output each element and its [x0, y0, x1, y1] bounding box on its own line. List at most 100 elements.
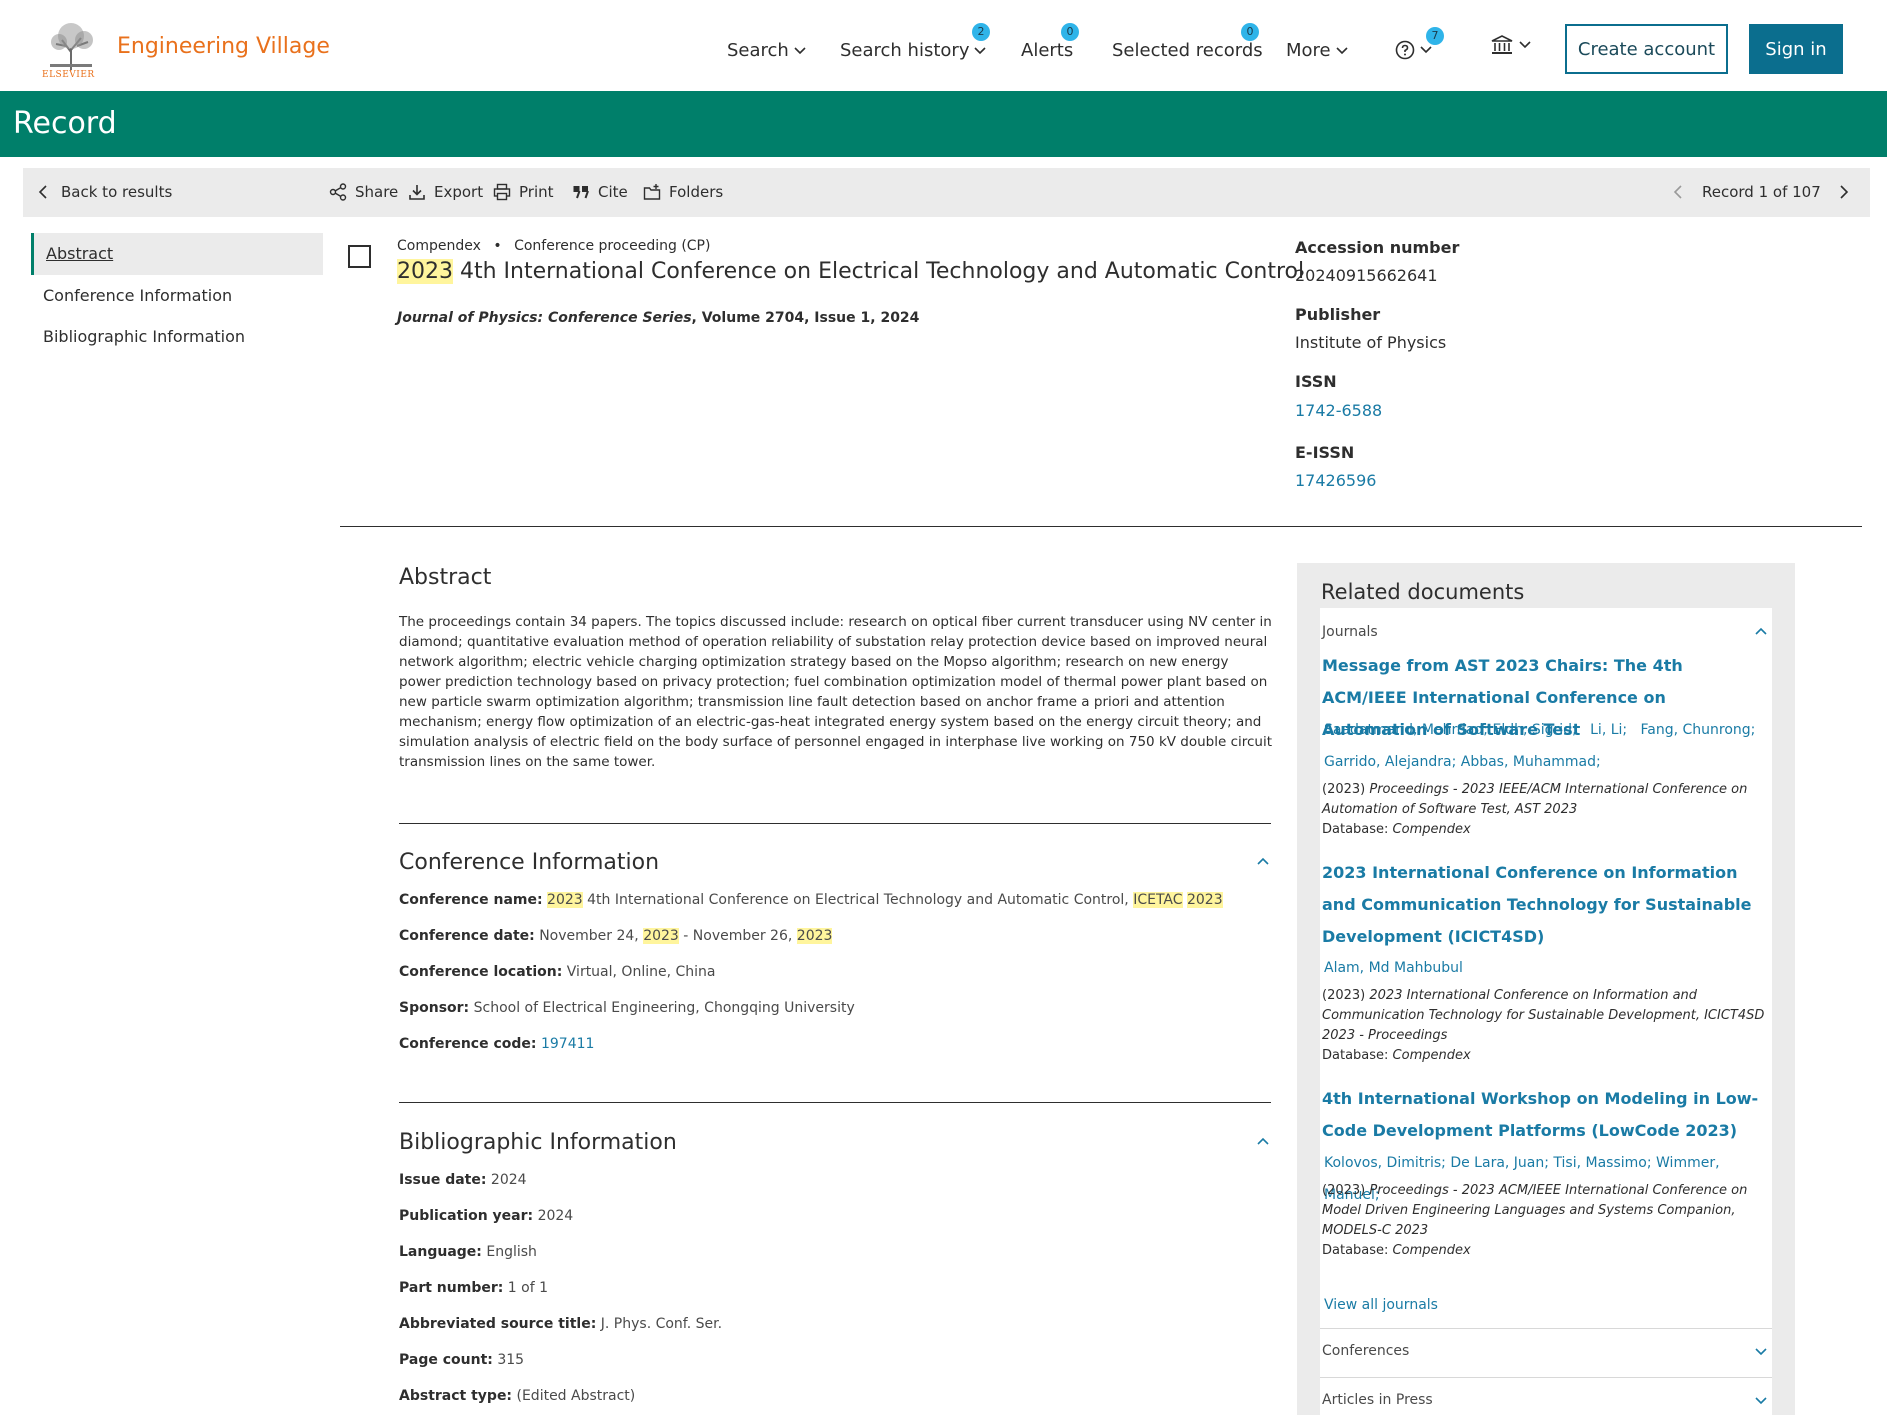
elsevier-tree-logo-icon[interactable]	[44, 20, 98, 72]
nav-search[interactable]: Search	[727, 40, 807, 61]
record-meta-line: Compendex • Conference proceeding (CP)	[397, 238, 710, 254]
left-nav-conference-information[interactable]: Conference Information	[31, 275, 323, 317]
chevron-down-icon	[1336, 46, 1348, 54]
print-label: Print	[519, 183, 554, 201]
related-item-authors[interactable]: Alam, Md Mahbubul	[1324, 952, 1774, 984]
articles-in-press-accordion-label[interactable]: Articles in Press	[1322, 1392, 1433, 1408]
left-nav-bibliographic-information[interactable]: Bibliographic Information	[31, 316, 323, 358]
conference-heading: Conference Information	[399, 850, 660, 875]
cite-button[interactable]: Cite	[572, 183, 628, 201]
chevron-right-icon[interactable]	[1835, 183, 1853, 201]
record-title: 2023 4th International Conference on Ele…	[397, 259, 1304, 284]
left-nav-abstract[interactable]: Abstract	[31, 233, 323, 275]
export-button[interactable]: Export	[408, 183, 483, 201]
record-pager: Record 1 of 107	[1670, 183, 1853, 201]
conference-acronym-highlight: ICETAC	[1133, 892, 1183, 908]
language-label: Language:	[399, 1244, 482, 1260]
issn-label: ISSN	[1295, 372, 1337, 391]
conference-date-mid: - November 26,	[678, 928, 797, 944]
abbreviated-source-label: Abbreviated source title:	[399, 1316, 597, 1332]
view-all-journals-link[interactable]: View all journals	[1324, 1297, 1438, 1313]
accession-number-label: Accession number	[1295, 238, 1460, 257]
database-name: Compendex	[397, 238, 481, 254]
issn-link[interactable]: 1742-6588	[1295, 401, 1382, 420]
abstract-type-field: Abstract type: (Edited Abstract)	[399, 1388, 635, 1404]
related-item-venue: Proceedings - 2023 IEEE/ACM Internationa…	[1322, 782, 1748, 817]
back-to-results-link[interactable]: Back to results	[35, 183, 172, 201]
part-number-label: Part number:	[399, 1280, 504, 1296]
back-to-results-label: Back to results	[61, 183, 173, 201]
conference-date-year2-highlight: 2023	[796, 928, 833, 944]
cite-label: Cite	[598, 183, 628, 201]
conference-divider	[399, 1102, 1271, 1103]
nav-selected-records[interactable]: Selected records	[1112, 40, 1263, 61]
chevron-down-icon[interactable]	[1754, 1345, 1768, 1359]
abstract-divider	[399, 823, 1271, 824]
chevron-up-icon[interactable]	[1255, 1133, 1271, 1149]
brand-link[interactable]: Engineering Village	[117, 34, 330, 59]
share-button[interactable]: Share	[329, 183, 398, 201]
print-button[interactable]: Print	[493, 183, 554, 201]
chevron-left-icon[interactable]	[1670, 183, 1688, 201]
chevron-down-icon	[1519, 41, 1531, 49]
related-item-db: Compendex	[1392, 1243, 1471, 1258]
title-text: 4th International Conference on Electric…	[453, 259, 1305, 284]
issue-date-value: 2024	[490, 1172, 527, 1188]
printer-icon	[493, 183, 511, 201]
related-item-title[interactable]: 4th International Workshop on Modeling i…	[1322, 1083, 1772, 1147]
nav-help[interactable]	[1395, 40, 1433, 60]
related-item-db: Compendex	[1392, 822, 1471, 837]
chevron-up-icon[interactable]	[1255, 853, 1271, 869]
related-item-db-label: Database:	[1322, 1243, 1393, 1258]
related-item-db-label: Database:	[1322, 822, 1393, 837]
related-item-venue: 2023 International Conference on Informa…	[1322, 988, 1765, 1043]
related-item-year: (2023)	[1322, 782, 1370, 797]
chevron-left-icon	[38, 185, 47, 199]
create-account-button[interactable]: Create account	[1565, 24, 1728, 74]
accordion-divider	[1320, 1377, 1772, 1378]
nav-institution[interactable]	[1490, 34, 1532, 56]
folder-add-icon	[643, 184, 661, 200]
language-field: Language: English	[399, 1244, 537, 1260]
nav-search-label: Search	[727, 40, 789, 61]
nav-alerts-label: Alerts	[1021, 40, 1074, 61]
journals-accordion-label[interactable]: Journals	[1322, 624, 1378, 640]
download-icon	[409, 185, 425, 200]
alerts-count-badge: 0	[1061, 23, 1079, 41]
eissn-label: E-ISSN	[1295, 443, 1355, 462]
related-item-year: (2023)	[1322, 988, 1370, 1003]
share-label: Share	[355, 183, 399, 201]
help-count-badge: 7	[1426, 27, 1444, 45]
publication-year-label: Publication year:	[399, 1208, 534, 1224]
conference-date-start: November 24,	[539, 928, 644, 944]
document-type: Conference proceeding (CP)	[514, 238, 711, 254]
institution-icon	[1491, 35, 1513, 54]
related-item-citation: (2023) 2023 International Conference on …	[1322, 986, 1772, 1066]
language-value: English	[486, 1244, 537, 1260]
selected-records-count-badge: 0	[1241, 23, 1259, 41]
folders-button[interactable]: Folders	[643, 183, 723, 201]
related-item-citation: (2023) Proceedings - 2023 ACM/IEEE Inter…	[1322, 1181, 1772, 1261]
part-number-value: 1 of 1	[507, 1280, 549, 1296]
conference-code-link[interactable]: 197411	[541, 1036, 594, 1052]
chevron-down-icon[interactable]	[1754, 1394, 1768, 1408]
nav-more[interactable]: More	[1286, 40, 1349, 61]
select-record-checkbox[interactable]	[348, 245, 371, 268]
sign-in-button[interactable]: Sign in	[1749, 24, 1843, 74]
conference-code-field: Conference code: 197411	[399, 1036, 594, 1052]
conference-date-field: Conference date: November 24, 2023 - Nov…	[399, 928, 833, 944]
eissn-link[interactable]: 17426596	[1295, 471, 1376, 490]
related-item-authors[interactable]: Saadatmand, Mehrdad; Eldh, Sigrid; Li, L…	[1324, 714, 1774, 778]
nav-selected-records-label: Selected records	[1112, 40, 1263, 61]
related-item-venue: Proceedings - 2023 ACM/IEEE Internationa…	[1322, 1183, 1748, 1238]
related-item-title[interactable]: 2023 International Conference on Informa…	[1322, 857, 1772, 953]
nav-alerts[interactable]: Alerts	[1021, 40, 1073, 61]
page-count-field: Page count: 315	[399, 1352, 524, 1368]
record-source: Journal of Physics: Conference Series, V…	[397, 310, 919, 326]
conference-code-label: Conference code:	[399, 1036, 537, 1052]
conferences-accordion-label[interactable]: Conferences	[1322, 1343, 1409, 1359]
chevron-up-icon[interactable]	[1754, 624, 1768, 638]
related-item-year: (2023)	[1322, 1183, 1370, 1198]
record-toolbar: Back to results Share Export Print Cite …	[23, 168, 1870, 217]
nav-search-history[interactable]: Search history	[840, 40, 987, 61]
